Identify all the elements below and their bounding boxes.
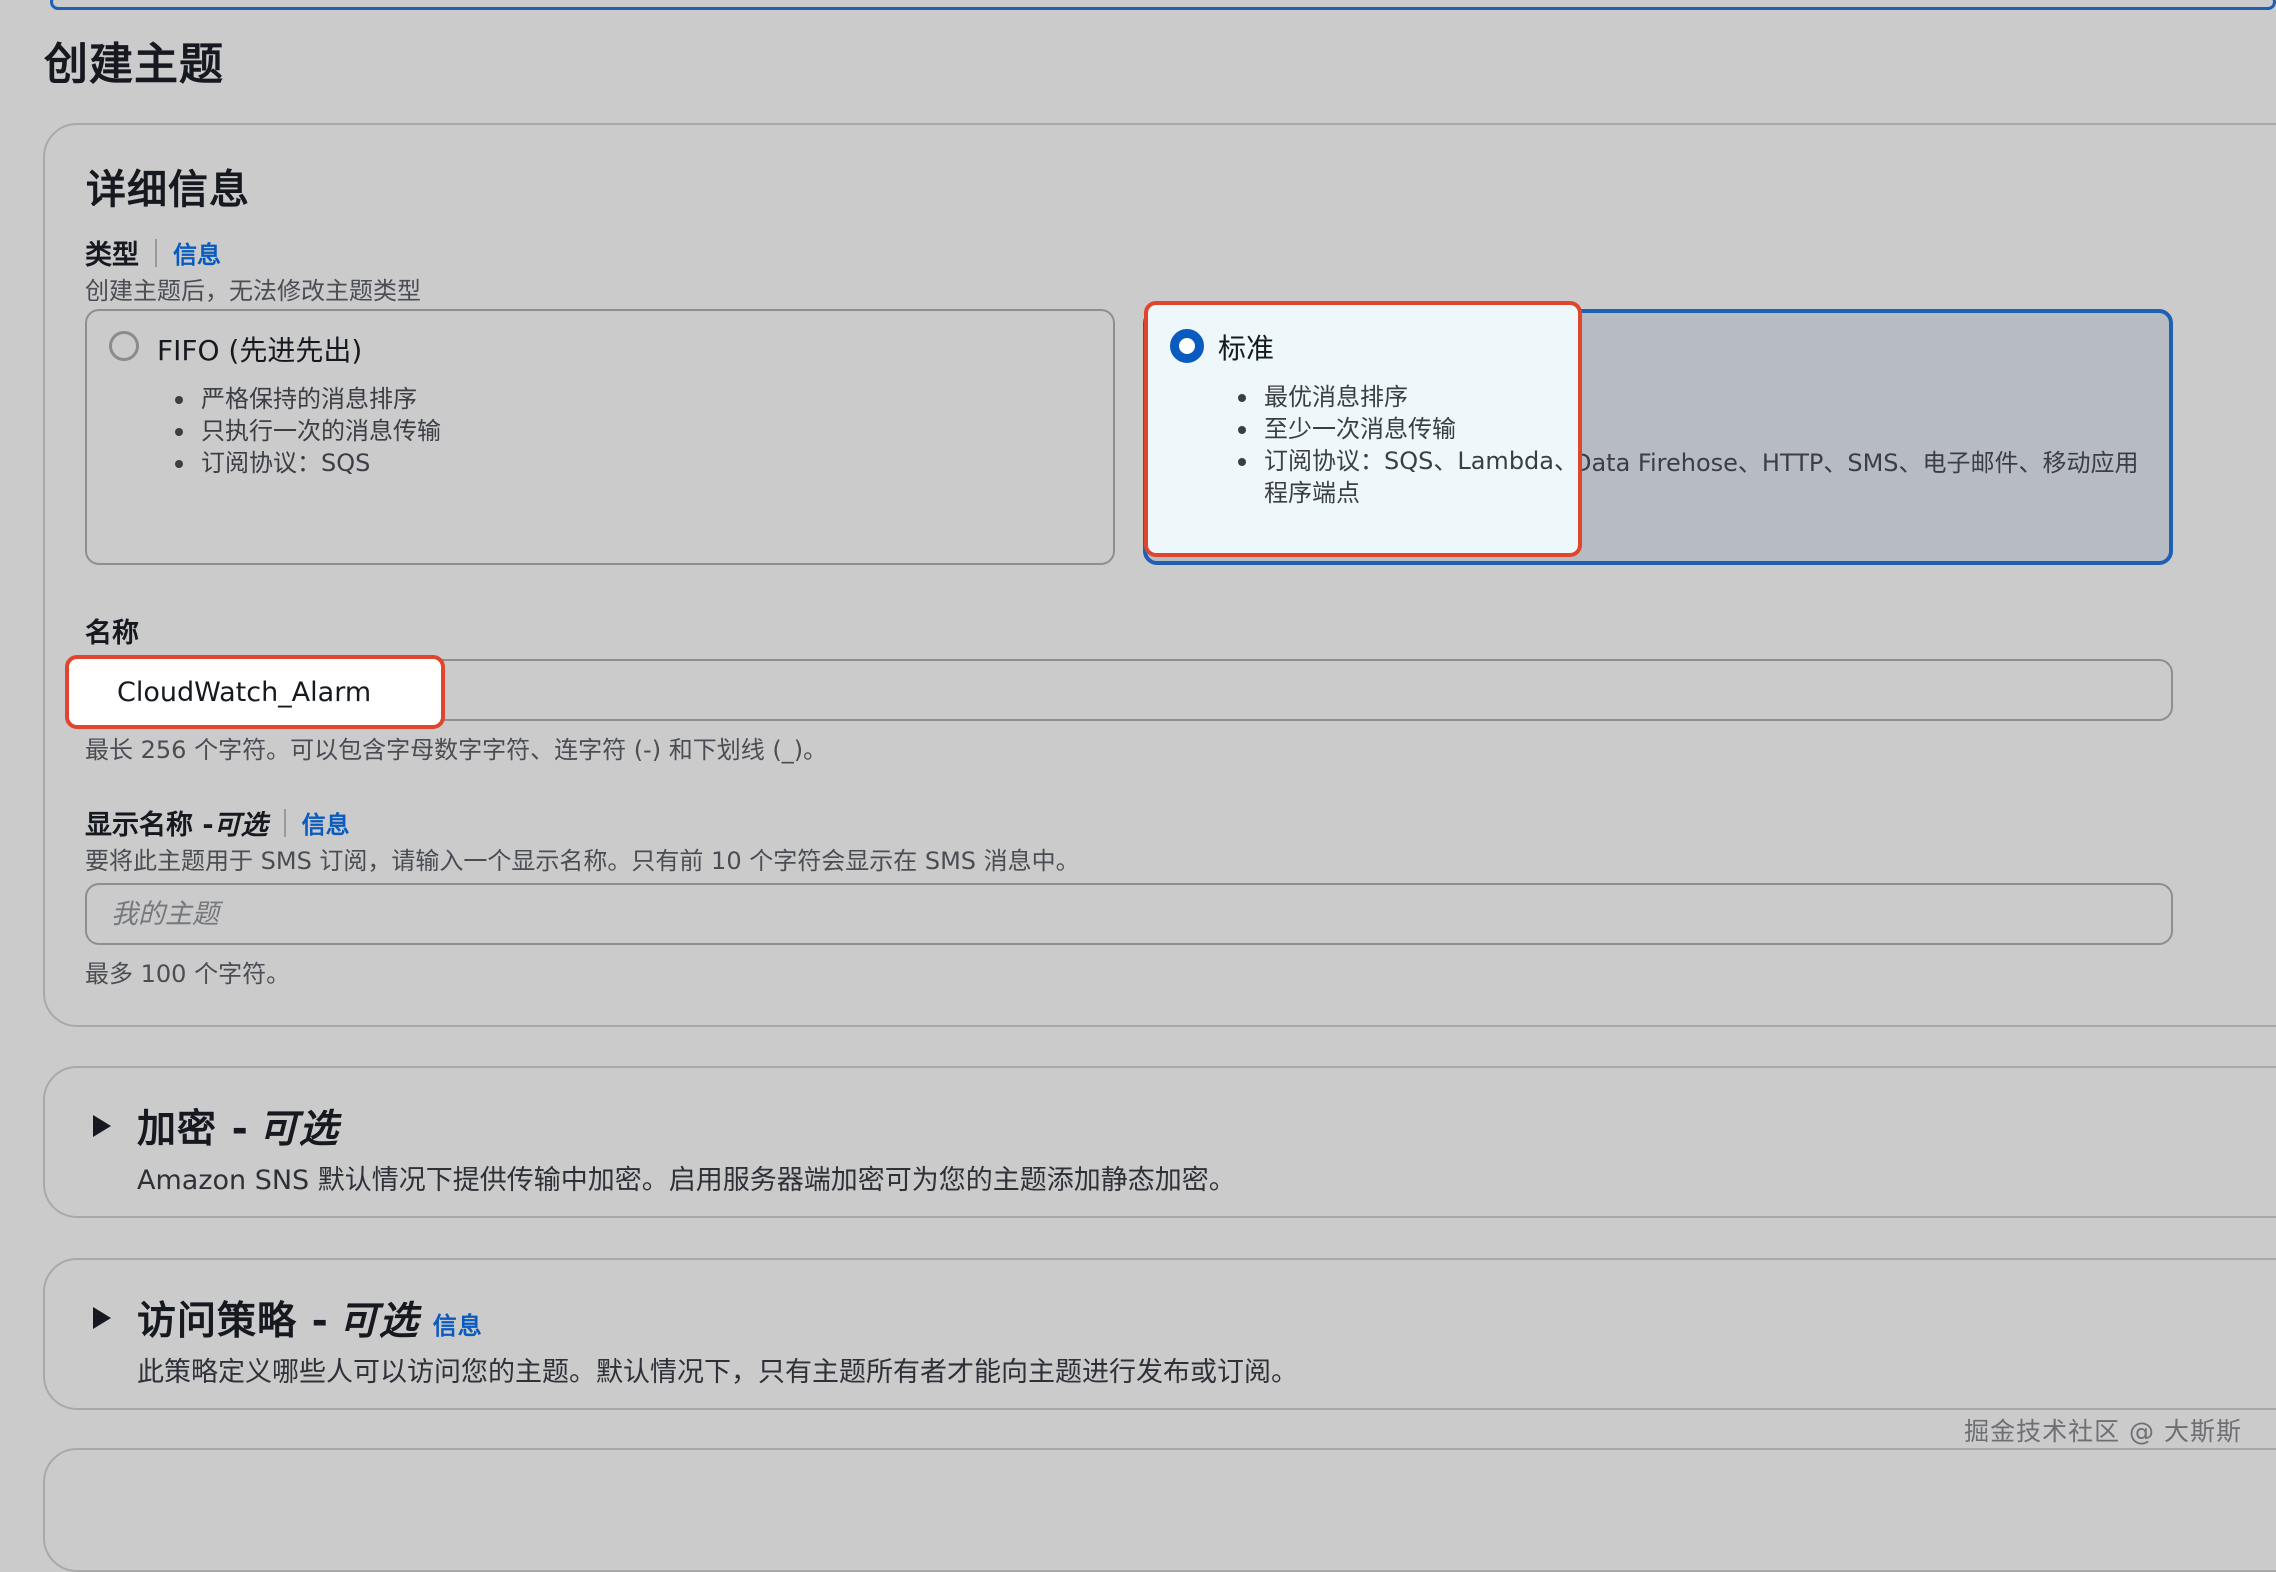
fifo-title: FIFO (先进先出) — [157, 334, 363, 367]
access-policy-description: 此策略定义哪些人可以访问您的主题。默认情况下，只有主题所有者才能向主题进行发布或… — [137, 1357, 1298, 1388]
list-item: 只执行一次的消息传输 — [175, 417, 441, 445]
standard-option-highlight: 标准 最优消息排序 至少一次消息传输 订阅协议：SQS、Lambda、Data … — [1144, 301, 1582, 557]
name-hint: 最长 256 个字符。可以包含字母数字字符、连字符 (-) 和下划线 (_)。 — [85, 736, 828, 764]
name-label: 名称 — [85, 618, 139, 649]
type-hint: 创建主题后，无法修改主题类型 — [85, 277, 421, 305]
fifo-features: 严格保持的消息排序 只执行一次的消息传输 订阅协议：SQS — [175, 383, 441, 479]
access-policy-optional: 可选 — [338, 1299, 419, 1344]
access-policy-info-link[interactable]: 信息 — [433, 1306, 483, 1341]
list-item: 订阅协议：SQS、Lambda、Data Firehose、HTTP、SMS、电… — [1238, 445, 1578, 509]
access-policy-title-text: 访问策略 - — [137, 1299, 329, 1344]
details-panel: 详细信息 类型 信息 创建主题后，无法修改主题类型 FIFO (先进先出) 严格… — [43, 123, 2276, 1027]
encryption-description: Amazon SNS 默认情况下提供传输中加密。启用服务器端加密可为您的主题添加… — [137, 1165, 1236, 1196]
list-item: 严格保持的消息排序 — [175, 383, 441, 415]
type-option-fifo[interactable]: FIFO (先进先出) 严格保持的消息排序 只执行一次的消息传输 订阅协议：SQ… — [85, 309, 1115, 565]
display-name-input[interactable] — [85, 883, 2173, 945]
display-name-optional: 可选 — [213, 810, 268, 841]
type-info-link[interactable]: 信息 — [173, 235, 221, 270]
label-separator — [155, 238, 157, 267]
fifo-radio[interactable] — [109, 331, 139, 361]
standard-features-highlighted: 最优消息排序 至少一次消息传输 订阅协议：SQS、Lambda、Data Fir… — [1238, 381, 1578, 509]
top-accent-bar — [50, 0, 2276, 10]
display-name-label: 显示名称 - — [85, 810, 214, 841]
standard-radio-icon — [1170, 329, 1204, 363]
access-policy-title[interactable]: 访问策略 - 可选 信息 — [137, 1290, 483, 1346]
caret-right-icon[interactable] — [93, 1115, 111, 1137]
name-input-highlight: CloudWatch_Alarm — [65, 655, 445, 729]
name-input-value: CloudWatch_Alarm — [117, 677, 372, 708]
type-label-row: 类型 信息 — [85, 233, 221, 272]
label-separator — [283, 808, 286, 837]
encryption-title[interactable]: 加密 - 可选 — [137, 1098, 339, 1154]
standard-title-highlighted: 标准 — [1218, 332, 1275, 365]
encryption-panel[interactable]: 加密 - 可选 Amazon SNS 默认情况下提供传输中加密。启用服务器端加密… — [43, 1066, 2276, 1218]
caret-right-icon[interactable] — [93, 1307, 111, 1329]
list-item: 订阅协议：SQS — [175, 447, 441, 479]
page-title: 创建主题 — [44, 39, 224, 90]
encryption-optional: 可选 — [258, 1107, 339, 1152]
watermark: 掘金技术社区 @ 大斯斯 — [1964, 1417, 2242, 1446]
access-policy-panel[interactable]: 访问策略 - 可选 信息 此策略定义哪些人可以访问您的主题。默认情况下，只有主题… — [43, 1258, 2276, 1410]
display-name-label-row: 显示名称 - 可选 信息 — [85, 803, 350, 842]
next-panel — [43, 1448, 2276, 1572]
display-name-hint: 最多 100 个字符。 — [85, 960, 291, 988]
list-item: 至少一次消息传输 — [1238, 413, 1578, 445]
type-label: 类型 — [85, 240, 139, 271]
list-item: 最优消息排序 — [1238, 381, 1578, 413]
encryption-title-text: 加密 - — [137, 1107, 249, 1152]
details-section-title: 详细信息 — [86, 167, 250, 213]
display-name-description: 要将此主题用于 SMS 订阅，请输入一个显示名称。只有前 10 个字符会显示在 … — [85, 847, 1080, 875]
display-name-info-link[interactable]: 信息 — [302, 805, 350, 840]
